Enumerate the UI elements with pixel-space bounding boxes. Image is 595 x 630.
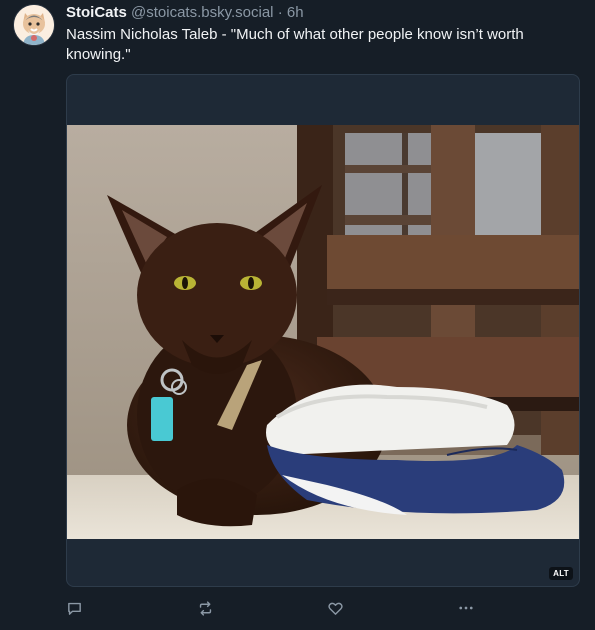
cat-avatar-illustration (14, 5, 54, 45)
like-button[interactable] (323, 596, 347, 620)
meta-separator: · (277, 4, 283, 21)
more-options-button[interactable] (454, 596, 478, 620)
more-icon (459, 606, 473, 610)
media-card[interactable]: ALT (66, 74, 580, 587)
cat-photo[interactable] (67, 125, 579, 539)
reply-button[interactable] (62, 596, 86, 620)
post-header: StoiCats @stoicats.bsky.social · 6h (66, 3, 304, 22)
post-time[interactable]: 6h (287, 4, 304, 21)
like-icon (327, 602, 343, 615)
post-text: Nassim Nicholas Taleb - "Much of what ot… (66, 26, 524, 63)
repost-button[interactable] (193, 596, 217, 620)
post-actions (0, 596, 595, 620)
author-name[interactable]: StoiCats (66, 4, 127, 21)
avatar[interactable] (13, 4, 55, 46)
author-handle[interactable]: @stoicats.bsky.social (131, 4, 274, 21)
post: StoiCats @stoicats.bsky.social · 6h Nass… (0, 0, 595, 630)
repost-icon (199, 600, 211, 616)
reply-icon (67, 602, 81, 615)
alt-badge[interactable]: ALT (549, 567, 573, 580)
